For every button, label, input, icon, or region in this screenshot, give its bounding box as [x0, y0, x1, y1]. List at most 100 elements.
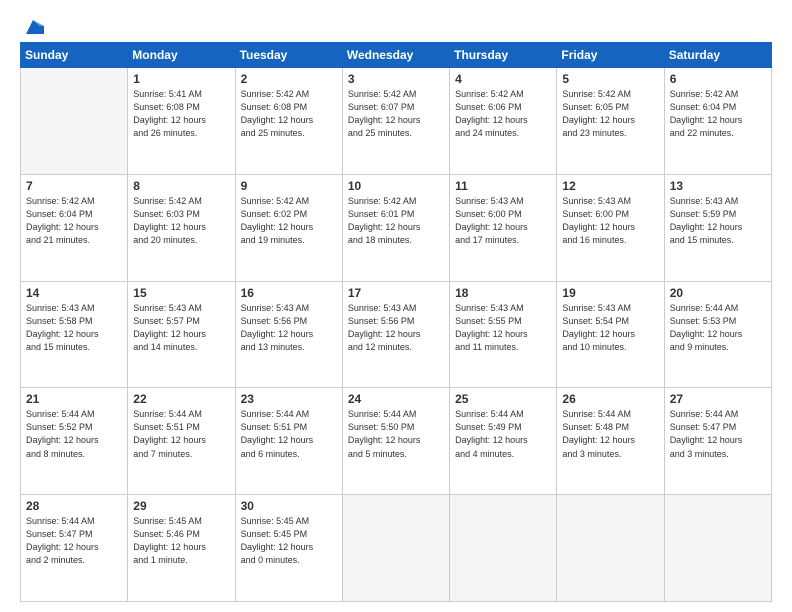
day-info: Sunrise: 5:43 AM Sunset: 6:00 PM Dayligh…	[562, 195, 658, 247]
day-info: Sunrise: 5:44 AM Sunset: 5:47 PM Dayligh…	[26, 515, 122, 567]
col-header-thursday: Thursday	[450, 43, 557, 68]
day-number: 13	[670, 179, 766, 193]
calendar-cell	[557, 495, 664, 602]
day-number: 26	[562, 392, 658, 406]
calendar-cell: 18 Sunrise: 5:43 AM Sunset: 5:55 PM Dayli…	[450, 281, 557, 388]
day-info: Sunrise: 5:43 AM Sunset: 5:58 PM Dayligh…	[26, 302, 122, 354]
day-number: 28	[26, 499, 122, 513]
day-number: 8	[133, 179, 229, 193]
header	[20, 16, 772, 34]
day-number: 6	[670, 72, 766, 86]
calendar-cell: 9 Sunrise: 5:42 AM Sunset: 6:02 PM Daylig…	[235, 174, 342, 281]
day-info: Sunrise: 5:44 AM Sunset: 5:51 PM Dayligh…	[133, 408, 229, 460]
calendar-cell: 14 Sunrise: 5:43 AM Sunset: 5:58 PM Dayli…	[21, 281, 128, 388]
col-header-tuesday: Tuesday	[235, 43, 342, 68]
day-info: Sunrise: 5:42 AM Sunset: 6:06 PM Dayligh…	[455, 88, 551, 140]
calendar-cell: 22 Sunrise: 5:44 AM Sunset: 5:51 PM Dayli…	[128, 388, 235, 495]
day-info: Sunrise: 5:42 AM Sunset: 6:08 PM Dayligh…	[241, 88, 337, 140]
day-info: Sunrise: 5:42 AM Sunset: 6:02 PM Dayligh…	[241, 195, 337, 247]
calendar-cell: 27 Sunrise: 5:44 AM Sunset: 5:47 PM Dayli…	[664, 388, 771, 495]
calendar-week-row: 7 Sunrise: 5:42 AM Sunset: 6:04 PM Daylig…	[21, 174, 772, 281]
col-header-friday: Friday	[557, 43, 664, 68]
calendar-cell	[342, 495, 449, 602]
day-number: 10	[348, 179, 444, 193]
day-number: 9	[241, 179, 337, 193]
day-number: 27	[670, 392, 766, 406]
calendar-cell: 17Sunrise: 5:43 AM Sunset: 5:56 PM Dayli…	[342, 281, 449, 388]
calendar-cell: 23 Sunrise: 5:44 AM Sunset: 5:51 PM Dayli…	[235, 388, 342, 495]
calendar-cell	[21, 68, 128, 175]
col-header-saturday: Saturday	[664, 43, 771, 68]
day-info: Sunrise: 5:42 AM Sunset: 6:01 PM Dayligh…	[348, 195, 444, 247]
calendar-cell: 11 Sunrise: 5:43 AM Sunset: 6:00 PM Dayli…	[450, 174, 557, 281]
calendar-cell: 5 Sunrise: 5:42 AM Sunset: 6:05 PM Daylig…	[557, 68, 664, 175]
day-info: Sunrise: 5:44 AM Sunset: 5:52 PM Dayligh…	[26, 408, 122, 460]
day-info: Sunrise: 5:42 AM Sunset: 6:03 PM Dayligh…	[133, 195, 229, 247]
col-header-sunday: Sunday	[21, 43, 128, 68]
calendar-week-row: 1 Sunrise: 5:41 AM Sunset: 6:08 PM Daylig…	[21, 68, 772, 175]
day-number: 12	[562, 179, 658, 193]
calendar-cell: 12 Sunrise: 5:43 AM Sunset: 6:00 PM Dayli…	[557, 174, 664, 281]
calendar-cell: 1 Sunrise: 5:41 AM Sunset: 6:08 PM Daylig…	[128, 68, 235, 175]
calendar-cell: 26 Sunrise: 5:44 AM Sunset: 5:48 PM Dayli…	[557, 388, 664, 495]
day-number: 25	[455, 392, 551, 406]
calendar-cell: 16 Sunrise: 5:43 AM Sunset: 5:56 PM Dayli…	[235, 281, 342, 388]
day-info: Sunrise: 5:44 AM Sunset: 5:51 PM Dayligh…	[241, 408, 337, 460]
day-info: Sunrise: 5:43 AM Sunset: 5:56 PM Dayligh…	[241, 302, 337, 354]
day-info: Sunrise: 5:42 AM Sunset: 6:05 PM Dayligh…	[562, 88, 658, 140]
day-number: 5	[562, 72, 658, 86]
calendar-cell: 28 Sunrise: 5:44 AM Sunset: 5:47 PM Dayli…	[21, 495, 128, 602]
calendar-cell: 3 Sunrise: 5:42 AM Sunset: 6:07 PM Daylig…	[342, 68, 449, 175]
day-number: 1	[133, 72, 229, 86]
day-number: 16	[241, 286, 337, 300]
day-number: 29	[133, 499, 229, 513]
calendar-cell: 20 Sunrise: 5:44 AM Sunset: 5:53 PM Dayli…	[664, 281, 771, 388]
day-info: Sunrise: 5:43 AM Sunset: 5:57 PM Dayligh…	[133, 302, 229, 354]
day-info: Sunrise: 5:44 AM Sunset: 5:49 PM Dayligh…	[455, 408, 551, 460]
day-info: Sunrise: 5:44 AM Sunset: 5:53 PM Dayligh…	[670, 302, 766, 354]
day-info: Sunrise: 5:45 AM Sunset: 5:46 PM Dayligh…	[133, 515, 229, 567]
calendar-cell: 19 Sunrise: 5:43 AM Sunset: 5:54 PM Dayli…	[557, 281, 664, 388]
calendar-week-row: 14 Sunrise: 5:43 AM Sunset: 5:58 PM Dayli…	[21, 281, 772, 388]
day-number: 14	[26, 286, 122, 300]
calendar-table: SundayMondayTuesdayWednesdayThursdayFrid…	[20, 42, 772, 602]
day-info: Sunrise: 5:42 AM Sunset: 6:04 PM Dayligh…	[670, 88, 766, 140]
day-number: 11	[455, 179, 551, 193]
day-info: Sunrise: 5:44 AM Sunset: 5:48 PM Dayligh…	[562, 408, 658, 460]
day-info: Sunrise: 5:44 AM Sunset: 5:50 PM Dayligh…	[348, 408, 444, 460]
day-info: Sunrise: 5:45 AM Sunset: 5:45 PM Dayligh…	[241, 515, 337, 567]
day-info: Sunrise: 5:43 AM Sunset: 5:59 PM Dayligh…	[670, 195, 766, 247]
calendar-cell: 6 Sunrise: 5:42 AM Sunset: 6:04 PM Daylig…	[664, 68, 771, 175]
calendar-cell: 10 Sunrise: 5:42 AM Sunset: 6:01 PM Dayli…	[342, 174, 449, 281]
day-number: 18	[455, 286, 551, 300]
day-number: 24	[348, 392, 444, 406]
calendar-cell: 2 Sunrise: 5:42 AM Sunset: 6:08 PM Daylig…	[235, 68, 342, 175]
day-info: Sunrise: 5:43 AM Sunset: 6:00 PM Dayligh…	[455, 195, 551, 247]
calendar-cell: 15Sunrise: 5:43 AM Sunset: 5:57 PM Dayli…	[128, 281, 235, 388]
calendar-week-row: 21Sunrise: 5:44 AM Sunset: 5:52 PM Dayli…	[21, 388, 772, 495]
calendar-cell: 7 Sunrise: 5:42 AM Sunset: 6:04 PM Daylig…	[21, 174, 128, 281]
day-number: 19	[562, 286, 658, 300]
day-info: Sunrise: 5:44 AM Sunset: 5:47 PM Dayligh…	[670, 408, 766, 460]
day-info: Sunrise: 5:41 AM Sunset: 6:08 PM Dayligh…	[133, 88, 229, 140]
calendar-cell: 24 Sunrise: 5:44 AM Sunset: 5:50 PM Dayli…	[342, 388, 449, 495]
logo	[20, 16, 44, 34]
day-info: Sunrise: 5:42 AM Sunset: 6:04 PM Dayligh…	[26, 195, 122, 247]
calendar-cell	[450, 495, 557, 602]
logo-icon	[22, 16, 44, 38]
day-info: Sunrise: 5:43 AM Sunset: 5:54 PM Dayligh…	[562, 302, 658, 354]
calendar-cell: 30 Sunrise: 5:45 AM Sunset: 5:45 PM Dayli…	[235, 495, 342, 602]
day-info: Sunrise: 5:43 AM Sunset: 5:55 PM Dayligh…	[455, 302, 551, 354]
day-number: 7	[26, 179, 122, 193]
day-number: 23	[241, 392, 337, 406]
day-number: 20	[670, 286, 766, 300]
day-number: 22	[133, 392, 229, 406]
day-number: 2	[241, 72, 337, 86]
calendar-cell: 4Sunrise: 5:42 AM Sunset: 6:06 PM Daylig…	[450, 68, 557, 175]
day-number: 3	[348, 72, 444, 86]
day-number: 30	[241, 499, 337, 513]
day-info: Sunrise: 5:42 AM Sunset: 6:07 PM Dayligh…	[348, 88, 444, 140]
calendar-cell: 25 Sunrise: 5:44 AM Sunset: 5:49 PM Dayli…	[450, 388, 557, 495]
calendar-cell: 21Sunrise: 5:44 AM Sunset: 5:52 PM Dayli…	[21, 388, 128, 495]
calendar-header-row: SundayMondayTuesdayWednesdayThursdayFrid…	[21, 43, 772, 68]
